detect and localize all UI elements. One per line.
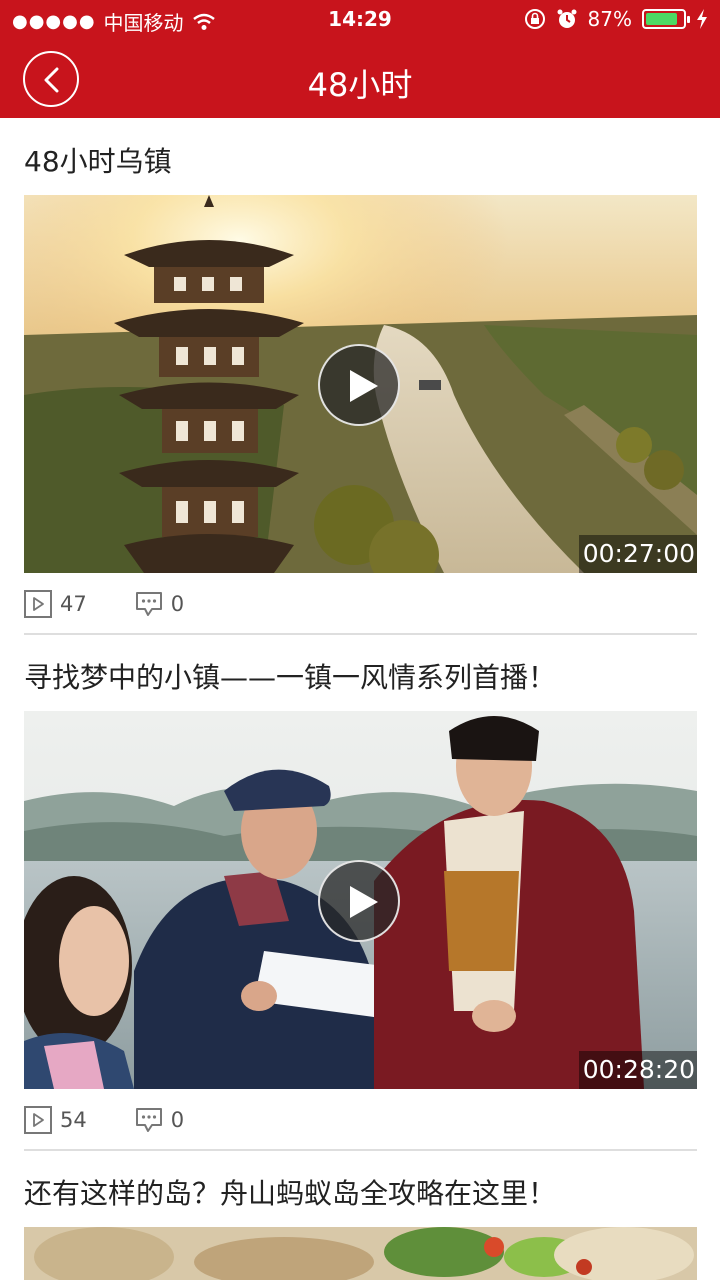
battery-percent: 87% (587, 7, 632, 31)
page-title: 48小时 (307, 66, 413, 104)
comment-count-value: 0 (170, 1108, 185, 1132)
video-stats: 47 0 (24, 590, 232, 618)
battery-icon (642, 9, 690, 29)
play-button[interactable] (318, 860, 400, 942)
app-header: ●●●●● 中国移动 14:29 87% 48小时 (0, 0, 720, 118)
play-count-value: 47 (60, 592, 87, 616)
play-icon (350, 886, 378, 918)
wifi-icon (192, 13, 215, 30)
comment-count-value: 0 (170, 592, 185, 616)
status-left: ●●●●● 中国移动 (12, 7, 216, 36)
video-title[interactable]: 48小时乌镇 (24, 140, 172, 180)
video-duration: 00:27:00 (578, 535, 697, 573)
video-stats: 54 0 (24, 1106, 232, 1134)
rotation-lock-icon (524, 9, 545, 29)
status-right: 87% (524, 7, 708, 31)
video-thumbnail[interactable]: 00:28:20 (24, 711, 697, 1089)
status-bar: ●●●●● 中国移动 14:29 87% (0, 0, 720, 40)
battery-fill (646, 13, 677, 25)
video-title[interactable]: 还有这样的岛？舟山蚂蚁岛全攻略在这里！ (24, 1172, 556, 1212)
play-button[interactable] (318, 344, 400, 426)
comment-icon (135, 1108, 162, 1132)
alarm-icon (557, 9, 577, 28)
item-divider (24, 1149, 697, 1151)
play-icon (350, 370, 378, 402)
play-count: 54 (24, 1106, 87, 1134)
comment-icon (135, 592, 162, 616)
video-thumbnail[interactable]: 00:27:00 (24, 195, 697, 573)
video-duration: 00:28:20 (578, 1051, 697, 1089)
carrier-name: 中国移动 (103, 11, 184, 35)
play-count-icon (24, 1106, 52, 1134)
item-divider (24, 633, 697, 635)
play-count: 47 (24, 590, 87, 618)
charging-bolt-icon (697, 9, 707, 29)
video-thumbnail[interactable] (24, 1227, 697, 1280)
comment-count[interactable]: 0 (135, 1107, 184, 1133)
video-title[interactable]: 寻找梦中的小镇——一镇一风情系列首播！ (24, 656, 556, 696)
play-count-value: 54 (60, 1108, 87, 1132)
comment-count[interactable]: 0 (135, 591, 184, 617)
play-count-icon (24, 590, 52, 618)
nav-bar: 48小时 (0, 40, 720, 118)
signal-strength-icon: ●●●●● (12, 11, 96, 32)
seafood-thumbnail-image (24, 1227, 697, 1280)
